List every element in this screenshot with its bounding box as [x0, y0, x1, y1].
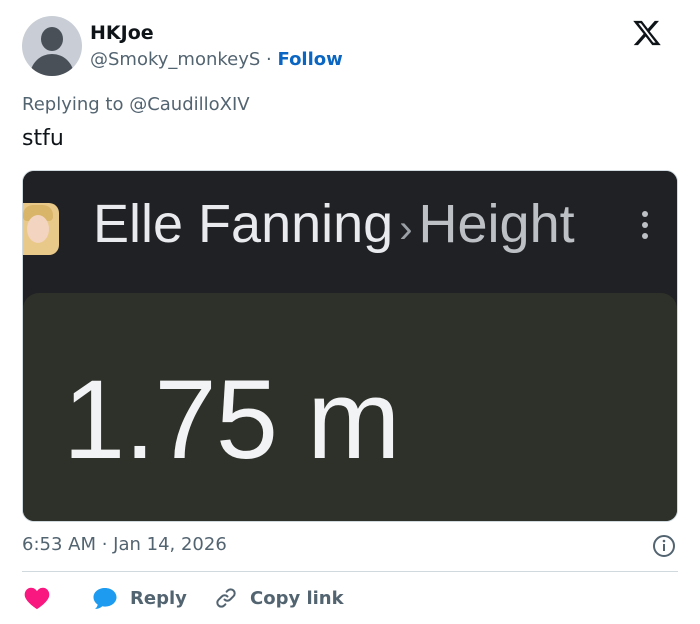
reply-label: Reply	[130, 587, 187, 609]
search-result-header: Elle Fanning › Height	[23, 171, 677, 293]
thumbnail-face-shape	[27, 215, 49, 243]
search-answer-box: 1.75 m	[23, 293, 677, 521]
info-icon[interactable]	[652, 534, 676, 558]
tweet-header: HKJoe @Smoky_monkeyS · Follow	[22, 16, 662, 78]
avatar-body-shape	[30, 54, 74, 76]
author-handle[interactable]: @Smoky_monkeyS	[90, 49, 260, 70]
copy-link-button[interactable]: Copy link	[214, 582, 344, 614]
entity-attribute: Height	[418, 194, 575, 254]
entity-thumbnail	[23, 203, 59, 255]
author-display-name[interactable]: HKJoe	[90, 22, 154, 44]
link-icon	[216, 588, 236, 608]
divider	[22, 571, 678, 572]
reply-button[interactable]: Reply	[92, 582, 187, 614]
x-logo-icon[interactable]	[632, 18, 662, 48]
search-result-title: Elle Fanning › Height	[93, 193, 575, 255]
breadcrumb-separator: ›	[399, 207, 413, 251]
reply-bubble-icon	[93, 588, 117, 609]
tweet-embed-card: HKJoe @Smoky_monkeyS · Follow Replying t…	[0, 0, 700, 624]
follow-link[interactable]: Follow	[278, 49, 343, 70]
like-button[interactable]	[24, 582, 50, 614]
heart-icon	[24, 587, 50, 610]
tweet-media-image[interactable]: Elle Fanning › Height 1.75 m	[22, 170, 678, 522]
tweet-text: stfu	[22, 126, 64, 151]
handle-separator: ·	[266, 49, 272, 70]
entity-name: Elle Fanning	[93, 194, 394, 254]
avatar-head-shape	[41, 27, 63, 51]
tweet-timestamp[interactable]: 6:53 AM · Jan 14, 2026	[22, 534, 227, 555]
reply-context[interactable]: Replying to @CaudilloXIV	[22, 94, 250, 115]
copy-link-label: Copy link	[250, 587, 344, 609]
answer-value: 1.75 m	[63, 357, 400, 482]
kebab-menu-icon	[639, 211, 651, 245]
avatar[interactable]	[22, 16, 82, 76]
author-handle-row: @Smoky_monkeyS · Follow	[90, 49, 343, 70]
tweet-actions: Reply Copy link	[22, 582, 678, 614]
